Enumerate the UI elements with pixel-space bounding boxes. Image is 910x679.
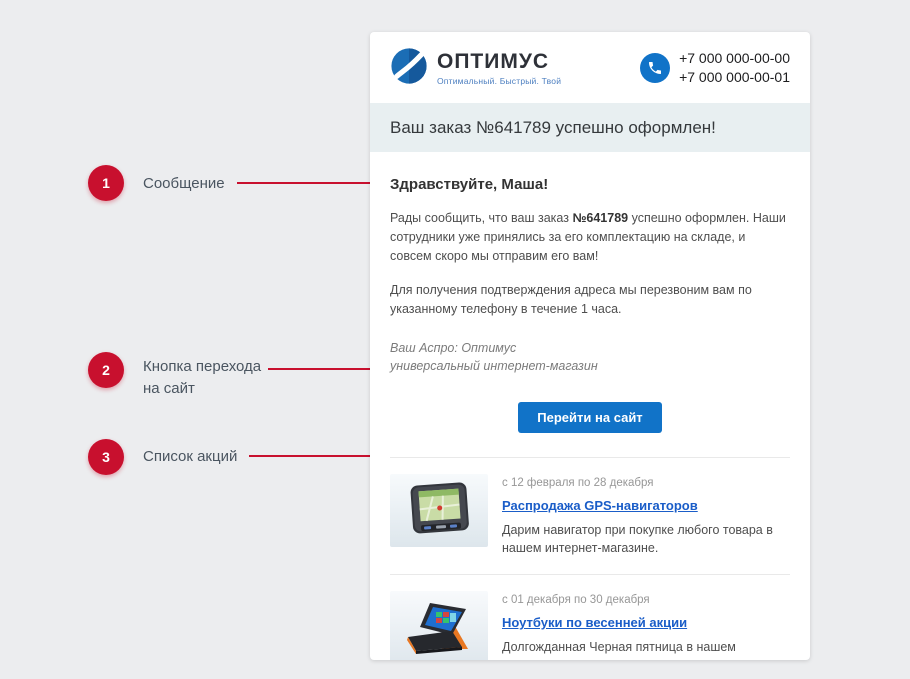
- annotation-label-message: Сообщение: [143, 173, 225, 195]
- annotation-line-3: [249, 455, 378, 457]
- email-signature: Ваш Аспро: Оптимус универсальный интерне…: [390, 339, 790, 375]
- promo-date: с 01 декабря по 30 декабря: [502, 594, 790, 606]
- promo-date: с 12 февраля по 28 декабря: [502, 477, 790, 489]
- phone-number-1[interactable]: +7 000 000-00-00: [679, 49, 790, 68]
- annotation-badge-3: 3: [88, 439, 124, 475]
- brand-name: ОПТИМУС: [437, 50, 561, 74]
- promo-link-laptops[interactable]: Ноутбуки по весенней акции: [502, 615, 687, 630]
- signature-line-1: Ваш Аспро: Оптимус: [390, 339, 790, 357]
- email-preview-card: ОПТИМУС Оптимальный. Быстрый. Твой +7 00…: [370, 32, 810, 660]
- annotation-label-promos: Список акций: [143, 446, 237, 468]
- paragraph-callback-notice: Для получения подтверждения адреса мы пе…: [390, 281, 790, 319]
- paragraph-text: Рады сообщить, что ваш заказ: [390, 211, 572, 225]
- subject-text: Ваш заказ №641789 успешно оформлен!: [390, 118, 716, 138]
- paragraph-order-confirmation: Рады сообщить, что ваш заказ №641789 усп…: [390, 209, 790, 265]
- phone-number-2[interactable]: +7 000 000-00-01: [679, 68, 790, 87]
- annotation-label-cta: Кнопка перехода на сайт: [143, 356, 265, 400]
- annotation-number: 2: [102, 362, 110, 378]
- brand-logo: ОПТИМУС Оптимальный. Быстрый. Твой: [390, 47, 561, 90]
- promo-description: Долгожданная Черная пятница в нашем мага…: [502, 638, 790, 660]
- phone-block: +7 000 000-00-00 +7 000 000-00-01: [640, 49, 790, 87]
- email-body: Здравствуйте, Маша! Рады сообщить, что в…: [370, 152, 810, 660]
- go-to-site-button[interactable]: Перейти на сайт: [518, 402, 661, 433]
- laptop-image[interactable]: [390, 591, 488, 660]
- promo-item-gps: с 12 февраля по 28 декабря Распродажа GP…: [390, 458, 790, 574]
- annotation-number: 3: [102, 449, 110, 465]
- annotation-badge-2: 2: [88, 352, 124, 388]
- signature-line-2: универсальный интернет-магазин: [390, 357, 790, 375]
- annotation-number: 1: [102, 175, 110, 191]
- email-subject-banner: Ваш заказ №641789 успешно оформлен!: [370, 103, 810, 152]
- promo-description: Дарим навигатор при покупке любого товар…: [502, 521, 790, 557]
- gps-navigator-image[interactable]: [390, 474, 488, 547]
- promo-item-laptops: с 01 декабря по 30 декабря Ноутбуки по в…: [390, 575, 790, 660]
- order-number: №641789: [572, 211, 628, 225]
- annotation-badge-1: 1: [88, 165, 124, 201]
- greeting-text: Здравствуйте, Маша!: [390, 176, 790, 193]
- annotation-line-1: [237, 182, 378, 184]
- phone-icon: [640, 53, 670, 83]
- promo-link-gps-sale[interactable]: Распродажа GPS-навигаторов: [502, 498, 698, 513]
- email-header: ОПТИМУС Оптимальный. Быстрый. Твой +7 00…: [370, 32, 810, 103]
- brand-tagline: Оптимальный. Быстрый. Твой: [437, 76, 561, 86]
- optimus-logo-icon: [390, 47, 428, 90]
